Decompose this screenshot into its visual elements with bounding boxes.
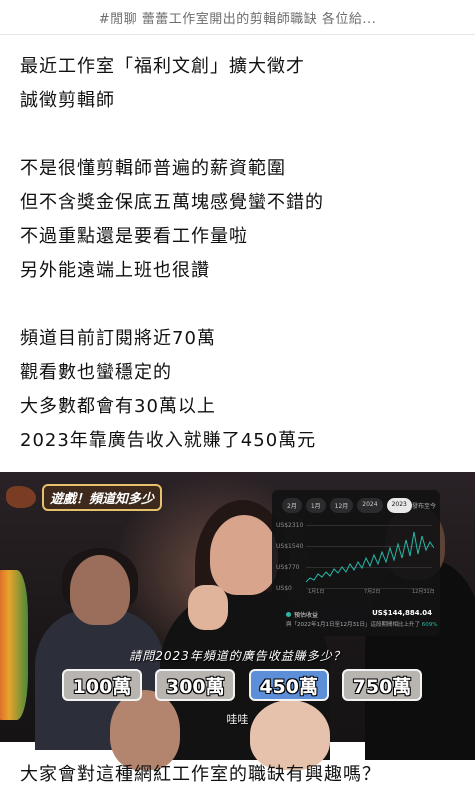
post-line: 但不含獎金保底五萬塊感覺蠻不錯的 <box>20 192 324 213</box>
post-line: 最近工作室「福利文創」擴大徵才 <box>20 56 305 77</box>
period-menu: 發布至今 <box>411 503 436 510</box>
post-line: 大多數都會有30萬以上 <box>20 396 216 417</box>
x-axis-label: 1月1日 <box>308 589 325 595</box>
period-chip-active: 2023 <box>386 498 412 513</box>
closing-question: 大家會對這種網紅工作室的職缺有興趣嗎？ <box>20 764 381 785</box>
y-axis-label: US$0 <box>276 585 292 592</box>
revenue-line-chart <box>306 531 434 583</box>
quiz-option-selected: 450萬 <box>248 669 329 701</box>
post-line: 不是很懂剪輯師普遍的薪資範圍 <box>20 158 286 179</box>
x-axis-label: 12月31日 <box>412 589 435 595</box>
y-axis-label: US$1540 <box>276 543 304 550</box>
top-bar: #閒聊 蕾蕾工作室開出的剪輯師職缺 各位給... <box>0 0 475 35</box>
revenue-amount: US$144,884.04 <box>372 609 432 617</box>
post-line: 誠徵剪輯師 <box>20 90 115 111</box>
y-axis-label: US$2310 <box>276 522 304 529</box>
post-title: #閒聊 蕾蕾工作室開出的剪輯師職缺 各位給... <box>98 11 377 27</box>
period-chip: 12月 <box>329 498 354 513</box>
paragraph: 最近工作室「福利文創」擴大徵才 誠徵剪輯師 <box>20 50 460 118</box>
y-axis-label: US$770 <box>276 564 300 571</box>
person-figure <box>70 555 130 625</box>
revenue-screenshot: 2月 1月 12月 2024 2023 發布至今 US$2310 US$1540… <box>272 490 440 636</box>
revenue-label: 預估收益 <box>286 610 318 619</box>
post-line: 不過重點還是要看工作量啦 <box>20 226 248 247</box>
quiz-option: 100萬 <box>62 669 142 701</box>
quiz-option: 300萬 <box>155 669 236 701</box>
quiz-options: 100萬 300萬 450萬 750萬 <box>62 669 422 703</box>
revenue-comparison: 與「2022年1月1日至12月31日」這段期間相比上升了 609% <box>286 622 438 628</box>
post-line: 頻道目前訂閱將近70萬 <box>20 328 216 349</box>
post-line: 觀看數也蠻穩定的 <box>20 362 172 383</box>
revenue-series-line <box>306 531 434 583</box>
video-caption: 哇哇 <box>226 713 249 726</box>
paragraph: 頻道目前訂閱將近70萬 觀看數也蠻穩定的 大多數都會有30萬以上 2023年靠廣… <box>20 322 460 458</box>
paragraph: 不是很懂剪輯師普遍的薪資範圍 但不含獎金保底五萬塊感覺蠻不錯的 不過重點還是要看… <box>20 152 460 288</box>
post-line: 另外能遠端上班也很讚 <box>20 260 210 281</box>
quiz-question: 請問2023年頻道的廣告收益賺多少？ <box>129 649 346 663</box>
person-figure <box>0 570 28 720</box>
quiz-option: 750萬 <box>341 669 422 701</box>
post-body: 最近工作室「福利文創」擴大徵才 誠徵剪輯師 不是很懂剪輯師普遍的薪資範圍 但不含… <box>20 50 460 458</box>
legend-dot-icon <box>286 612 291 617</box>
show-logo: 遊戲！頻道知多少 <box>6 483 163 511</box>
period-chip: 2024 <box>357 498 383 513</box>
period-chip: 1月 <box>305 498 326 513</box>
post-line: 2023年靠廣告收入就賺了450萬元 <box>20 430 317 451</box>
period-chips: 2月 1月 12月 2024 2023 <box>282 498 412 513</box>
period-chip: 2月 <box>282 498 302 513</box>
mascot-icon <box>6 486 36 508</box>
x-axis-label: 7月2日 <box>364 589 381 595</box>
person-figure <box>210 515 278 595</box>
person-figure <box>188 585 228 630</box>
